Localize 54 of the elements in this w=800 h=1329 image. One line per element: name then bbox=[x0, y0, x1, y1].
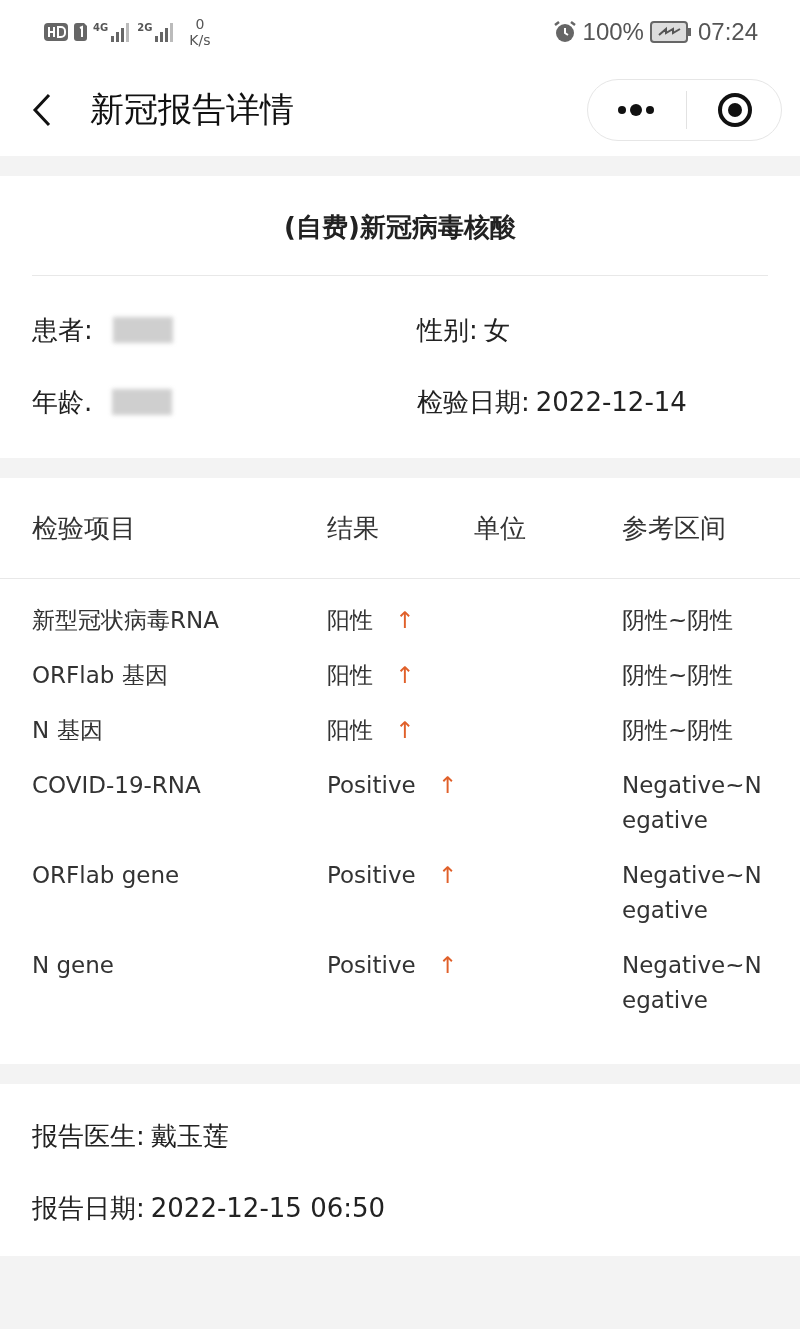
battery-charging-icon bbox=[649, 21, 692, 43]
sim-icon bbox=[74, 23, 87, 41]
table-cell-text: Positive bbox=[327, 771, 416, 800]
clock-time: 07:24 bbox=[697, 18, 758, 46]
table-cell-text: Positive bbox=[327, 951, 416, 980]
table-cell-text: COVID-19-RNA bbox=[32, 771, 202, 800]
column-header: 单位 bbox=[474, 511, 527, 545]
speed-value: 0 bbox=[195, 16, 205, 32]
table-cell-text: Negative~Negative bbox=[622, 951, 763, 1015]
table-cell-text: 阴性~阴性 bbox=[622, 661, 735, 690]
close-target-icon[interactable] bbox=[717, 92, 753, 128]
high-indicator-label: ↑ bbox=[395, 716, 415, 745]
table-cell-text: Negative~Negative bbox=[622, 861, 763, 925]
table-cell-text: N 基因 bbox=[32, 716, 104, 745]
table-cell-text: 阳性 bbox=[327, 606, 373, 635]
more-icon[interactable] bbox=[616, 103, 656, 117]
table-cell-text: ORFlab gene bbox=[32, 861, 181, 890]
table-cell-text: N gene bbox=[32, 951, 115, 980]
field-value: 2022-12-15 06:50 bbox=[150, 1193, 386, 1223]
table-cell-text: 阴性~阴性 bbox=[622, 606, 735, 635]
signal-icon bbox=[153, 22, 176, 42]
field-label: 性别: bbox=[417, 313, 478, 347]
column-header: 结果 bbox=[327, 511, 380, 545]
field-label: 患者: bbox=[32, 313, 93, 347]
field-label: 报告日期: bbox=[32, 1191, 145, 1225]
signal-icon bbox=[109, 22, 132, 42]
high-indicator-label: ↑ bbox=[395, 606, 415, 635]
table-cell-text: 阳性 bbox=[327, 716, 373, 745]
table-cell-text: 新型冠状病毒RNA bbox=[32, 606, 220, 635]
page-title: 新冠报告详情 bbox=[90, 88, 295, 131]
field-value: 女 bbox=[483, 313, 510, 347]
field-value: 2022-12-14 bbox=[535, 387, 687, 417]
field-label: 检验日期: bbox=[417, 385, 530, 419]
table-cell-text: Negative~Negative bbox=[622, 771, 763, 835]
field-label: 报告医生: bbox=[32, 1119, 145, 1153]
table-cell-text: ORFlab 基因 bbox=[32, 661, 169, 690]
high-indicator-label: ↑ bbox=[437, 951, 457, 980]
table-cell-text: Positive bbox=[327, 861, 416, 890]
speed-unit: K/s bbox=[189, 32, 211, 48]
table-cell-text: 阳性 bbox=[327, 661, 373, 690]
network-type: 4G bbox=[93, 22, 109, 33]
high-indicator-label: ↑ bbox=[437, 861, 457, 890]
field-label: 年龄. bbox=[32, 385, 93, 419]
high-indicator-label: ↑ bbox=[437, 771, 457, 800]
report-title: (自费)新冠病毒核酸 bbox=[283, 211, 517, 244]
column-header: 检验项目 bbox=[32, 511, 137, 545]
high-indicator-label: ↑ bbox=[395, 661, 415, 690]
table-cell-text: 阴性~阴性 bbox=[622, 716, 735, 745]
hd-icon bbox=[44, 23, 68, 41]
field-value: 戴玉莲 bbox=[150, 1119, 229, 1153]
battery-percent: 100% bbox=[582, 18, 644, 46]
alarm-icon bbox=[552, 20, 577, 44]
network-type: 2G bbox=[137, 22, 153, 33]
column-header: 参考区间 bbox=[622, 511, 727, 545]
